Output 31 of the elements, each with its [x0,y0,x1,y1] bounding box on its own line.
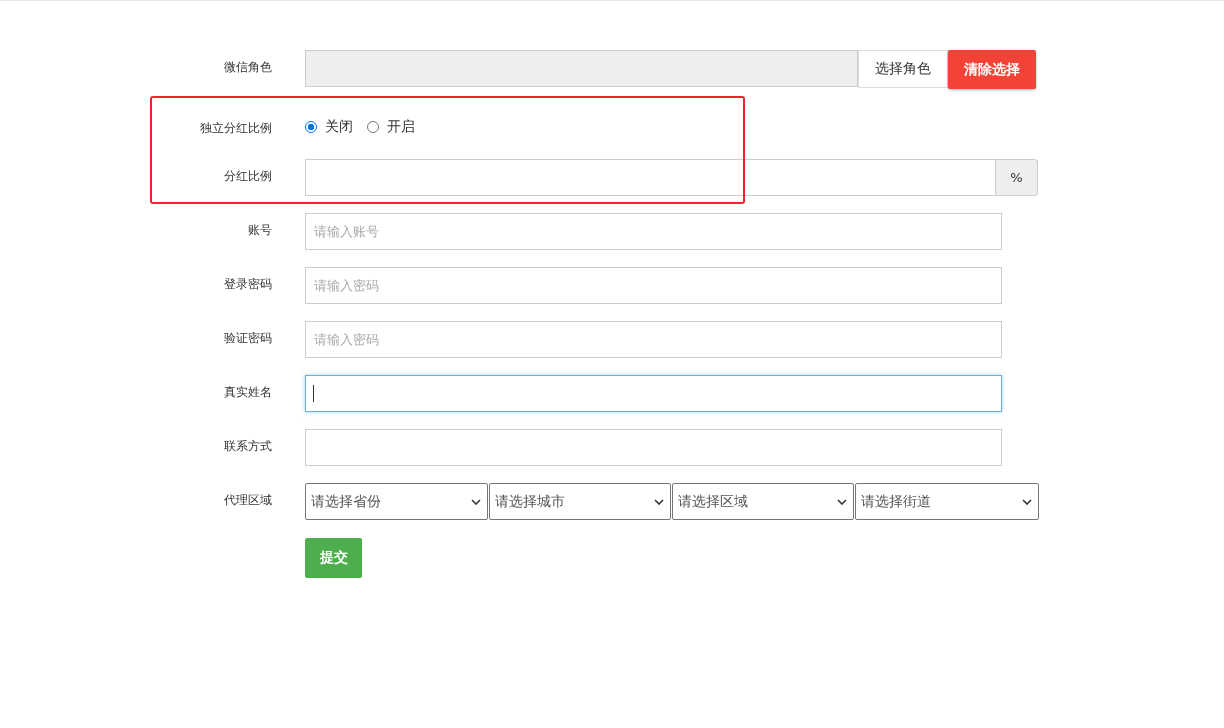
input-field[interactable] [305,159,996,196]
input-field[interactable] [305,50,858,87]
radio-button[interactable] [305,121,317,133]
field-label: 真实姓名 [223,384,272,401]
input-field[interactable] [305,375,1002,412]
field-label: 独立分红比例 [199,120,272,137]
select-dropdown[interactable]: 请选择省份 [305,483,488,520]
field-label: 验证密码 [223,330,272,347]
button[interactable]: 选择角色 [858,50,948,88]
chevron-down-icon [471,498,481,505]
field-label: 账号 [247,222,272,239]
text-cursor [313,385,314,402]
chevron-down-icon [837,498,847,505]
chevron-down-icon [1022,498,1032,505]
field-label: 代理区域 [223,492,272,509]
unit-addon: % [996,159,1038,196]
input-field[interactable]: 请输入密码 [305,321,1002,358]
select-dropdown[interactable]: 请选择城市 [489,483,671,520]
field-label: 分红比例 [223,168,272,185]
select-dropdown[interactable]: 请选择区域 [672,483,854,520]
field-label: 微信角色 [223,59,272,76]
button[interactable]: 清除选择 [948,50,1036,89]
input-field[interactable]: 请输入账号 [305,213,1002,250]
radio-label[interactable]: 关闭 [325,118,353,136]
input-field[interactable] [305,429,1002,466]
chevron-down-icon [654,498,664,505]
radio-label[interactable]: 开启 [387,118,415,136]
field-label: 联系方式 [223,438,272,455]
input-field[interactable]: 请输入密码 [305,267,1002,304]
select-dropdown[interactable]: 请选择街道 [855,483,1039,520]
field-label: 登录密码 [223,276,272,293]
